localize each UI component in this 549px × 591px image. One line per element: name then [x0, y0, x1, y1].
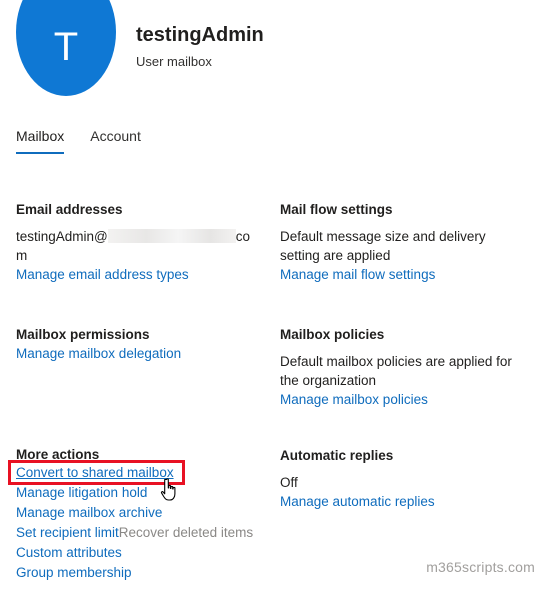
- avatar-initial: T: [53, 24, 79, 69]
- set-recipient-limit-link[interactable]: Set recipient limit: [16, 525, 119, 540]
- email-address-value: testingAdmin@ co: [16, 229, 251, 244]
- custom-attributes-link[interactable]: Custom attributes: [16, 543, 266, 563]
- hand-cursor-icon: [160, 478, 176, 501]
- automatic-replies-section: Automatic replies Off Manage automatic r…: [280, 446, 540, 511]
- mailbox-type: User mailbox: [136, 54, 212, 69]
- tab-bar: Mailbox Account: [16, 128, 167, 154]
- group-membership-link[interactable]: Group membership: [16, 563, 266, 583]
- email-address-value-wrap: m: [16, 248, 28, 263]
- mailbox-policies-text-2: the organization: [280, 373, 377, 388]
- email-addresses-heading: Email addresses: [16, 202, 123, 217]
- manage-mail-flow-settings-link[interactable]: Manage mail flow settings: [280, 265, 540, 284]
- watermark: m365scripts.com: [426, 559, 535, 575]
- mailbox-permissions-heading: Mailbox permissions: [16, 327, 150, 342]
- tab-account[interactable]: Account: [90, 128, 141, 154]
- manage-automatic-replies-link[interactable]: Manage automatic replies: [280, 492, 540, 511]
- mailbox-policies-heading: Mailbox policies: [280, 327, 385, 342]
- recover-deleted-items-link[interactable]: Recover deleted items: [119, 525, 253, 540]
- mail-flow-heading: Mail flow settings: [280, 202, 393, 217]
- mail-flow-section: Mail flow settings Default message size …: [280, 200, 540, 284]
- manage-litigation-hold-link[interactable]: Manage litigation hold: [16, 483, 266, 503]
- mailbox-policies-section: Mailbox policies Default mailbox policie…: [280, 325, 540, 409]
- redacted-domain: [107, 229, 236, 243]
- manage-email-address-types-link[interactable]: Manage email address types: [16, 265, 256, 284]
- mail-flow-text-2: setting are applied: [280, 248, 391, 263]
- manage-mailbox-delegation-link[interactable]: Manage mailbox delegation: [16, 344, 256, 363]
- mail-flow-text-1: Default message size and delivery: [280, 229, 486, 244]
- mailbox-permissions-section: Mailbox permissions Manage mailbox deleg…: [16, 325, 256, 363]
- manage-mailbox-archive-link[interactable]: Manage mailbox archive: [16, 503, 266, 523]
- page-title: testingAdmin: [136, 24, 264, 46]
- automatic-replies-heading: Automatic replies: [280, 448, 394, 463]
- tab-mailbox[interactable]: Mailbox: [16, 128, 65, 154]
- mailbox-policies-text-1: Default mailbox policies are applied for: [280, 354, 512, 369]
- manage-mailbox-policies-link[interactable]: Manage mailbox policies: [280, 390, 540, 409]
- recipient-recover-row: Set recipient limitRecover deleted items: [16, 523, 266, 543]
- email-addresses-section: Email addresses testingAdmin@ co m Manage…: [16, 200, 256, 284]
- avatar: T: [16, 0, 116, 96]
- automatic-replies-status: Off: [280, 475, 298, 490]
